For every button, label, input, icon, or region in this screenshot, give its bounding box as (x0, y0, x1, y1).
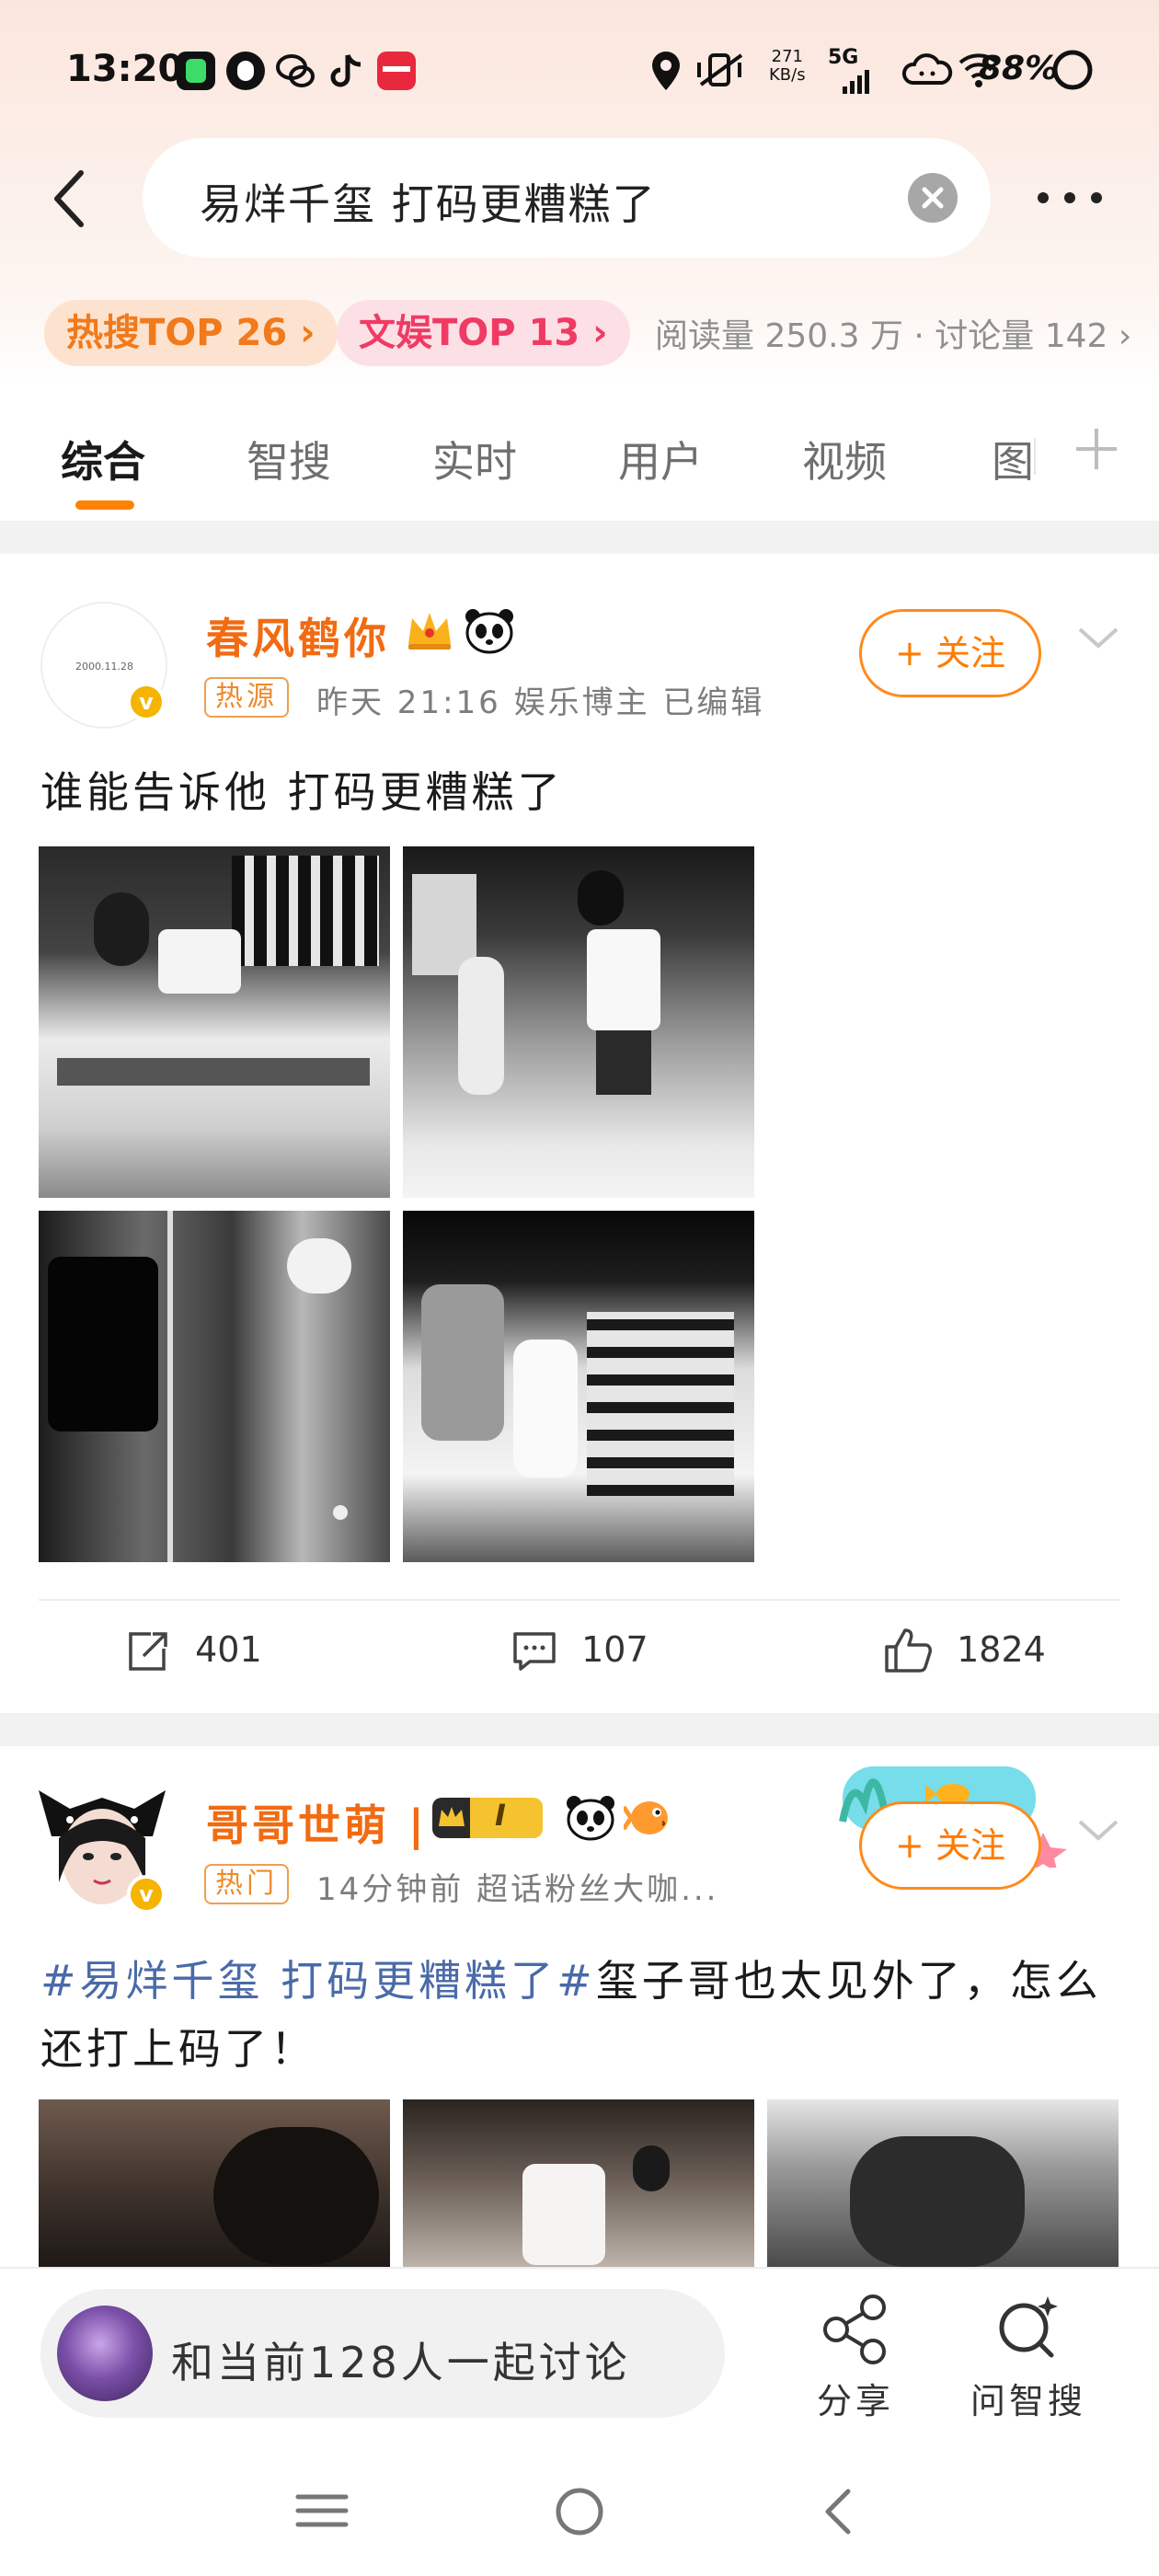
home-icon[interactable] (552, 2484, 607, 2543)
tab-divider (1034, 438, 1036, 475)
share-button[interactable]: 分享 (791, 2291, 920, 2423)
status-time: 13:20 (66, 48, 184, 90)
panda-icon (565, 1792, 616, 1846)
username[interactable]: 哥哥世萌 | (206, 1792, 428, 1853)
signal-5g: 5G (828, 46, 869, 94)
fan-level-badge: I (432, 1798, 543, 1838)
post-image[interactable] (39, 1211, 390, 1562)
repost-count: 401 (195, 1628, 262, 1670)
network-speed: 271 KB/s (769, 47, 806, 85)
tab-images[interactable]: 图 (992, 429, 1034, 489)
share-icon (823, 2294, 886, 2364)
post-image[interactable] (39, 2099, 390, 2267)
comment-button[interactable]: 107 (510, 1627, 648, 1676)
comment-icon (513, 1632, 556, 1671)
browser-notification-icon (226, 52, 265, 90)
repost-button[interactable]: 401 (123, 1627, 262, 1676)
post-meta: 14分钟前 超话粉丝大咖... (316, 1871, 719, 1908)
post-card: 2000.11.28 v 春风鹤你 热源 昨天 21:16 娱乐博主 已编辑 +… (0, 554, 1159, 1713)
clear-search-icon[interactable] (908, 173, 958, 223)
comment-count: 107 (581, 1628, 648, 1670)
wifi-cloud-icon (901, 50, 953, 94)
pufferfish-icon (621, 1794, 675, 1844)
vibrate-off-icon (695, 52, 747, 92)
app-notification-icon (177, 52, 215, 90)
chevron-down-icon[interactable] (1076, 1812, 1120, 1849)
follow-button[interactable]: + 关注 (859, 1801, 1041, 1890)
post-image[interactable] (403, 1211, 754, 1562)
share-label: 分享 (816, 2381, 894, 2421)
back-nav-icon[interactable] (815, 2484, 861, 2543)
discuss-label: 和当前128人一起讨论 (171, 2338, 631, 2387)
thumbs-up-icon (885, 1628, 932, 1673)
ask-smart-search-button[interactable]: 问智搜 (964, 2291, 1093, 2423)
add-tab-icon[interactable] (1071, 423, 1122, 488)
verified-badge-icon: v (127, 1875, 166, 1914)
back-button[interactable] (44, 164, 99, 237)
tab-smart-search[interactable]: 智搜 (247, 429, 331, 489)
active-tab-indicator (75, 500, 134, 510)
search-bar-row: 易烊千玺 打码更糟糕了 (0, 138, 1159, 258)
username[interactable]: 春风鹤你 (206, 605, 390, 666)
xiaohongshu-icon (377, 52, 416, 90)
hot-search-rank-pill[interactable]: 热搜TOP 26 › (44, 300, 338, 366)
like-button[interactable]: 1824 (881, 1627, 1046, 1676)
card-divider (39, 1599, 1120, 1601)
battery-ring-icon (1050, 48, 1095, 96)
system-navigation-bar (0, 2451, 1159, 2576)
crown-icon (439, 1807, 465, 1826)
tab-bar: 综合 智搜 实时 用户 视频 图 (0, 386, 1159, 524)
wechat-icon (276, 52, 315, 90)
topic-link[interactable]: #易烊千玺 打码更糟糕了# (40, 1956, 596, 2006)
panda-icon (464, 605, 515, 659)
tab-comprehensive[interactable]: 综合 (61, 429, 145, 489)
bottom-bar-shadow (0, 2267, 1159, 2269)
post-image[interactable] (767, 2099, 1119, 2267)
tiktok-icon (327, 52, 366, 90)
chevron-down-icon[interactable] (1076, 620, 1120, 657)
post-text[interactable]: 谁能告诉他 打码更糟糕了 (40, 758, 564, 826)
ask-label: 问智搜 (970, 2381, 1086, 2421)
post-text[interactable]: #易烊千玺 打码更糟糕了#玺子哥也太见外了，怎么还打上码了！ (40, 1947, 1126, 2083)
status-bar: 13:20 271 KB/s 5G 88% (0, 37, 1159, 110)
post-image[interactable] (39, 846, 390, 1198)
tab-video[interactable]: 视频 (802, 429, 887, 489)
section-gap (0, 1713, 1159, 1746)
post-meta: 昨天 21:16 娱乐博主 已编辑 (316, 684, 765, 721)
follow-button[interactable]: + 关注 (859, 609, 1041, 697)
section-gap (0, 521, 1159, 554)
like-count: 1824 (957, 1628, 1046, 1670)
search-input[interactable]: 易烊千玺 打码更糟糕了 (143, 138, 991, 258)
tab-realtime[interactable]: 实时 (432, 429, 517, 489)
post-card: v 哥哥世萌 | I 热门 14分钟前 超话粉丝大咖... + 关注 #易烊千玺… (0, 1746, 1159, 2267)
search-query-text: 易烊千玺 打码更糟糕了 (200, 179, 657, 229)
verified-badge-icon: v (127, 683, 166, 721)
repost-icon (129, 1632, 167, 1671)
tab-users[interactable]: 用户 (618, 429, 703, 489)
battery-percent: 88% (979, 50, 1059, 87)
hot-source-tag: 热源 (204, 677, 289, 718)
join-discussion-button[interactable]: 和当前128人一起讨论 (40, 2289, 725, 2418)
read-discuss-stats[interactable]: 阅读量 250.3 万 · 讨论量 142 › (655, 309, 1131, 357)
post-image[interactable] (403, 2099, 754, 2267)
menu-icon[interactable] (294, 2488, 350, 2537)
crown-icon (403, 607, 456, 657)
smart-search-icon (999, 2296, 1058, 2358)
entertainment-rank-pill[interactable]: 文娱TOP 13 › (337, 300, 630, 366)
post-image[interactable] (403, 846, 754, 1198)
location-icon (649, 50, 683, 96)
bottom-discussion-bar: 和当前128人一起讨论 分享 问智搜 (0, 2267, 1159, 2451)
more-options-icon[interactable] (1028, 175, 1111, 221)
hot-tag: 热门 (204, 1864, 289, 1904)
avatar (57, 2306, 153, 2401)
